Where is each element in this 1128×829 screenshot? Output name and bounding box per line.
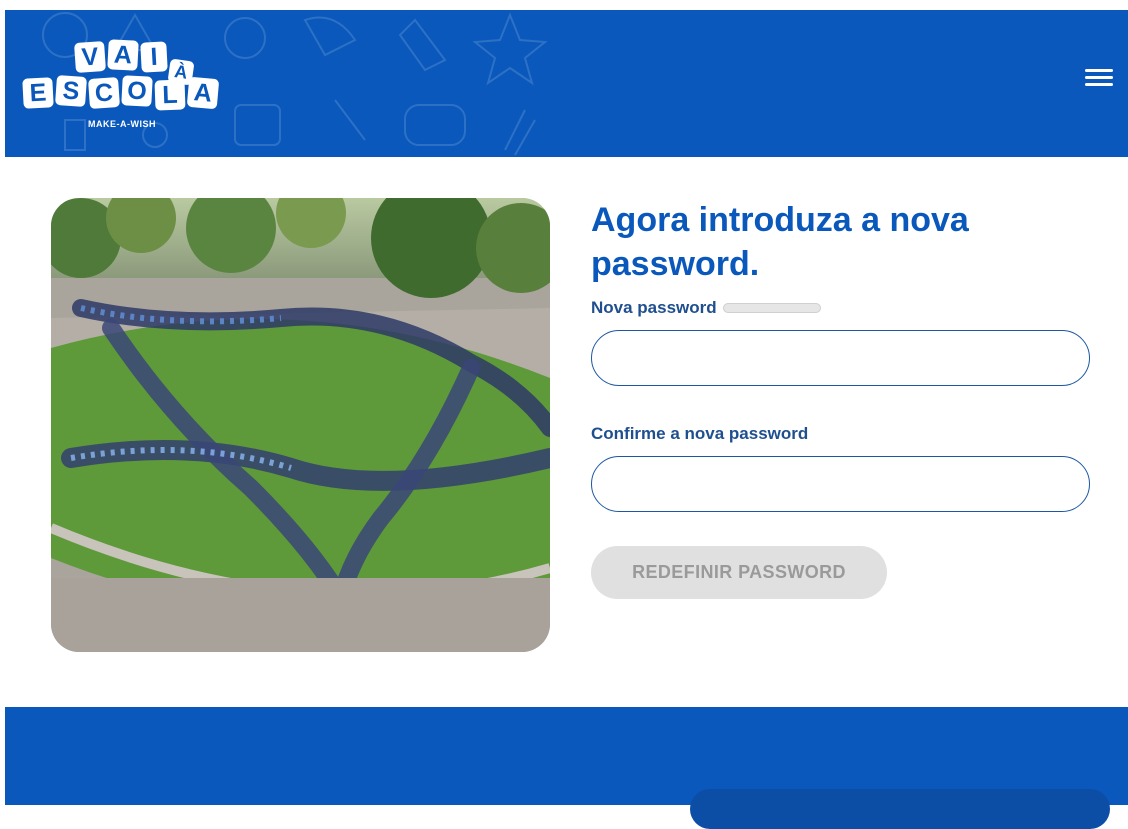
vai-a-escola-logo[interactable]: V A I À E S C O L A MAKE-A-WISH	[22, 38, 238, 133]
logo-tile: E	[22, 77, 54, 109]
logo-tile: V	[73, 40, 107, 74]
logo-tile: I	[140, 41, 168, 73]
group-photo-image	[51, 198, 550, 652]
hamburger-menu-icon[interactable]	[1082, 65, 1116, 93]
logo-tile: C	[87, 76, 121, 110]
group-photo-illustration	[51, 198, 550, 652]
logo-subtitle: MAKE-A-WISH	[88, 119, 156, 129]
logo-tile: O	[121, 75, 153, 107]
site-header: V A I À E S C O L A MAKE-A-WISH	[5, 10, 1128, 157]
confirm-password-input[interactable]	[591, 456, 1090, 512]
menu-bar	[1085, 76, 1113, 79]
logo-tile: A	[107, 39, 139, 71]
reset-password-form: Agora introduza a nova password. Nova pa…	[591, 198, 1091, 599]
password-strength-meter	[722, 303, 821, 313]
new-password-input[interactable]	[591, 330, 1090, 386]
menu-bar	[1085, 83, 1113, 86]
logo-tile: A	[186, 76, 220, 110]
page-title: Agora introduza a nova password.	[591, 201, 969, 283]
top-white-band	[0, 0, 1128, 10]
reset-password-button[interactable]: REDEFINIR PASSWORD	[591, 546, 887, 599]
new-password-label: Nova password	[591, 298, 1091, 318]
new-password-label-text: Nova password	[591, 298, 717, 317]
confirm-password-label: Confirme a nova password	[591, 424, 809, 443]
logo-tile: S	[54, 74, 88, 108]
logo-tile: L	[154, 79, 186, 111]
footer-card	[690, 789, 1110, 829]
menu-bar	[1085, 69, 1113, 72]
